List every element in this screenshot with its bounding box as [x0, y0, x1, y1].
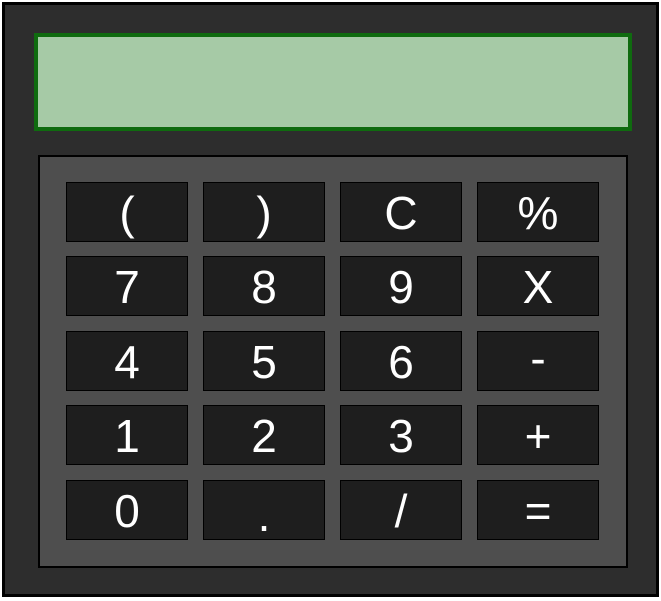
keypad: ( ) C % 7 8 9 X 4 5 6 - 1 2 3 + 0 . / =: [38, 155, 628, 568]
open-paren-button[interactable]: (: [66, 182, 188, 242]
subtract-button[interactable]: -: [477, 331, 599, 391]
digit-9-button[interactable]: 9: [340, 256, 462, 316]
digit-7-label: 7: [114, 261, 140, 313]
digit-3-button[interactable]: 3: [340, 405, 462, 465]
equals-button[interactable]: =: [477, 480, 599, 540]
multiply-button[interactable]: X: [477, 256, 599, 316]
calculator: ( ) C % 7 8 9 X 4 5 6 - 1 2 3 + 0 . / =: [2, 2, 659, 597]
divide-button[interactable]: /: [340, 480, 462, 540]
digit-6-button[interactable]: 6: [340, 331, 462, 391]
subtract-label: -: [530, 332, 546, 384]
clear-button[interactable]: C: [340, 182, 462, 242]
digit-4-button[interactable]: 4: [66, 331, 188, 391]
digit-5-label: 5: [251, 336, 277, 388]
decimal-button[interactable]: .: [203, 480, 325, 541]
divide-label: /: [394, 485, 408, 537]
clear-label: C: [384, 187, 418, 239]
digit-0-label: 0: [114, 485, 140, 537]
percent-button[interactable]: %: [477, 182, 599, 242]
multiply-label: X: [522, 261, 554, 313]
equals-label: =: [524, 485, 552, 537]
digit-8-button[interactable]: 8: [203, 256, 325, 316]
calculator-display: [34, 33, 632, 131]
close-paren-label: ): [256, 187, 272, 239]
digit-0-button[interactable]: 0: [66, 480, 188, 540]
open-paren-label: (: [119, 187, 135, 239]
close-paren-button[interactable]: ): [203, 182, 325, 242]
percent-label: %: [517, 187, 559, 239]
digit-9-label: 9: [388, 261, 414, 313]
digit-2-label: 2: [251, 410, 277, 462]
digit-7-button[interactable]: 7: [66, 256, 188, 316]
digit-1-button[interactable]: 1: [66, 405, 188, 465]
add-label: +: [524, 410, 552, 462]
digit-8-label: 8: [251, 261, 277, 313]
digit-4-label: 4: [114, 336, 140, 388]
digit-3-label: 3: [388, 410, 414, 462]
digit-1-label: 1: [114, 410, 140, 462]
add-button[interactable]: +: [477, 405, 599, 465]
digit-2-button[interactable]: 2: [203, 405, 325, 465]
decimal-label: .: [257, 489, 271, 541]
digit-5-button[interactable]: 5: [203, 331, 325, 391]
digit-6-label: 6: [388, 336, 414, 388]
